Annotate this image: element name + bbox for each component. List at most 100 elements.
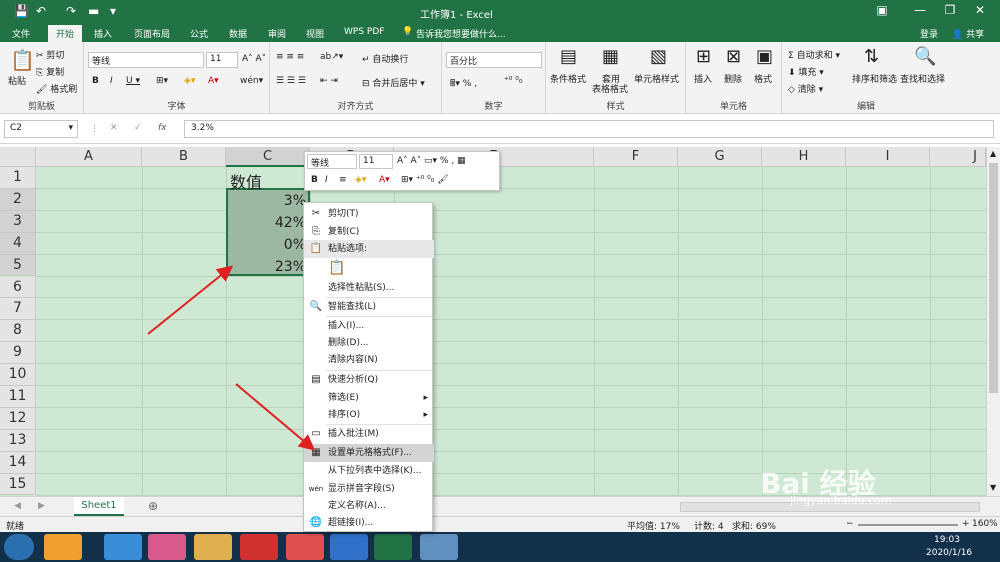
- menu-copy[interactable]: ⎘ 复制(C): [304, 223, 434, 241]
- menu-show-phonetic[interactable]: wén 显示拼音字段(S): [304, 480, 434, 498]
- cell-c5[interactable]: 23%: [260, 259, 306, 275]
- enter-icon[interactable]: ✓: [134, 123, 142, 133]
- wrap-text-button[interactable]: ↵ 自动换行: [362, 52, 408, 65]
- copy-button[interactable]: ⎘ 复制: [36, 65, 64, 78]
- align-top-icon[interactable]: ≡ ≡ ≡: [276, 52, 304, 62]
- zoom-out-icon[interactable]: −: [846, 519, 854, 529]
- row-header[interactable]: 6: [0, 276, 36, 299]
- scroll-down-icon[interactable]: ▼: [990, 483, 996, 492]
- taskbar-app-photos[interactable]: [420, 534, 458, 560]
- cell-style-icon[interactable]: ▧: [650, 46, 667, 67]
- scroll-up-icon[interactable]: ▲: [990, 149, 996, 158]
- row-header[interactable]: 10: [0, 364, 36, 386]
- column-header[interactable]: I: [846, 147, 930, 167]
- paste-option-keep[interactable]: 📋: [304, 259, 434, 281]
- row-header[interactable]: 7: [0, 298, 36, 321]
- phonetic-icon[interactable]: wén▾: [240, 76, 263, 86]
- font-size-select[interactable]: 11: [206, 52, 238, 68]
- worksheet-grid[interactable]: A B C D E F G H I J 数值 3% 42% 0% 23% 123…: [0, 147, 986, 496]
- menu-insert-comment[interactable]: ▭ 插入批注(M): [304, 425, 434, 443]
- mini-bold-icon[interactable]: B: [311, 175, 318, 185]
- orientation-icon[interactable]: ab↗▾: [320, 52, 343, 62]
- fill-color-icon[interactable]: ◈▾: [184, 76, 195, 86]
- bold-icon[interactable]: B: [92, 76, 99, 86]
- row-header[interactable]: 1: [0, 167, 36, 189]
- cell-c3[interactable]: 42%: [260, 215, 306, 231]
- menu-cut[interactable]: ✂ 剪切(T): [304, 205, 434, 223]
- menu-define-name[interactable]: 定义名称(A)...: [304, 497, 434, 515]
- number-format-select[interactable]: 百分比: [446, 52, 542, 68]
- row-header[interactable]: 9: [0, 342, 36, 365]
- close-button[interactable]: ✕: [960, 3, 1000, 17]
- menu-insert[interactable]: 插入(I)...: [304, 317, 434, 335]
- align-left-icon[interactable]: ☰ ☰ ☰: [276, 76, 306, 86]
- sort-filter-icon[interactable]: ⇅: [864, 46, 879, 67]
- mini-italic-icon[interactable]: I: [325, 175, 328, 185]
- undo-icon[interactable]: ↶: [36, 4, 46, 18]
- mini-font-grow-icon[interactable]: A˄ A˅ ▭▾ % , ▦: [397, 156, 466, 166]
- format-cells-icon[interactable]: ▣: [756, 46, 773, 67]
- mini-size-select[interactable]: 11: [359, 154, 393, 169]
- tab-wps-pdf[interactable]: WPS PDF: [344, 27, 384, 37]
- column-header[interactable]: H: [762, 147, 846, 167]
- mini-font-color-icon[interactable]: A▾: [379, 175, 390, 185]
- paste-icon[interactable]: 📋: [10, 48, 35, 72]
- cell-style-button[interactable]: 单元格样式: [634, 72, 679, 85]
- ribbon-display-icon[interactable]: ▣: [862, 3, 902, 17]
- folder-icon[interactable]: ▬: [88, 4, 99, 18]
- menu-delete[interactable]: 删除(D)...: [304, 334, 434, 352]
- taskbar-app-5[interactable]: [286, 534, 324, 560]
- delete-cells-button[interactable]: 删除: [724, 72, 742, 85]
- sort-filter-button[interactable]: 排序和筛选: [852, 72, 897, 85]
- column-header[interactable]: C: [226, 147, 310, 167]
- taskbar-app-1[interactable]: [44, 534, 82, 560]
- menu-pick-from-list[interactable]: 从下拉列表中选择(K)...: [304, 462, 434, 480]
- zoom-in-icon[interactable]: +: [962, 519, 970, 529]
- taskbar-app-explorer[interactable]: [194, 534, 232, 560]
- row-header[interactable]: 2: [0, 188, 36, 211]
- taskbar-app-sogou[interactable]: [104, 534, 142, 560]
- taskbar-app-browser[interactable]: [148, 534, 186, 560]
- prev-sheet-icon[interactable]: ◀: [14, 501, 21, 511]
- format-painter-button[interactable]: 🖌 格式刷: [36, 82, 77, 95]
- mini-font-select[interactable]: 等线: [307, 154, 357, 169]
- row-header[interactable]: 11: [0, 386, 36, 408]
- redo-icon[interactable]: ↷: [66, 4, 76, 18]
- taskbar-app-youdao[interactable]: [240, 534, 278, 560]
- clear-button[interactable]: ◇ 清除 ▾: [788, 82, 823, 95]
- tab-data[interactable]: 数据: [229, 27, 247, 40]
- row-header[interactable]: 4: [0, 232, 36, 255]
- column-header[interactable]: F: [594, 147, 678, 167]
- delete-cells-icon[interactable]: ⊠: [726, 46, 741, 67]
- conditional-format-icon[interactable]: ▤: [560, 46, 577, 67]
- find-select-icon[interactable]: 🔍: [914, 46, 936, 67]
- autosum-button[interactable]: Σ 自动求和 ▾: [788, 48, 840, 61]
- font-name-select[interactable]: 等线: [88, 52, 204, 68]
- next-sheet-icon[interactable]: ▶: [38, 501, 45, 511]
- menu-hyperlink[interactable]: 🌐 超链接(I)...: [304, 514, 434, 532]
- currency-icon[interactable]: 🖩▾ % ,: [450, 76, 477, 92]
- font-color-icon[interactable]: A▾: [208, 76, 219, 86]
- cell-c4[interactable]: 0%: [260, 237, 306, 253]
- row-header[interactable]: 5: [0, 254, 36, 277]
- menu-sort[interactable]: 排序(O) ▸: [304, 406, 434, 424]
- cell-c2[interactable]: 3%: [260, 193, 306, 209]
- select-all-corner[interactable]: [0, 147, 36, 167]
- cancel-icon[interactable]: ✕: [110, 123, 118, 133]
- tab-formulas[interactable]: 公式: [190, 27, 208, 40]
- customize-qa-icon[interactable]: ▾: [110, 4, 116, 18]
- tab-view[interactable]: 视图: [306, 27, 324, 40]
- save-icon[interactable]: 💾: [14, 4, 29, 18]
- tell-me-search[interactable]: 告诉我您想要做什么...: [416, 27, 506, 40]
- tab-home[interactable]: 开始: [48, 25, 83, 42]
- tab-page-layout[interactable]: 页面布局: [134, 27, 170, 40]
- mini-align-icon[interactable]: ≡: [339, 175, 347, 185]
- row-header[interactable]: 12: [0, 407, 36, 430]
- border-icon[interactable]: ⊞▾: [156, 76, 168, 86]
- menu-quick-analysis[interactable]: ▤ 快速分析(Q): [304, 371, 434, 389]
- find-select-button[interactable]: 查找和选择: [900, 72, 945, 85]
- sheet-tab[interactable]: Sheet1: [74, 497, 124, 516]
- menu-format-cells[interactable]: ▦ 设置单元格格式(F)...: [304, 444, 434, 462]
- tab-insert[interactable]: 插入: [94, 27, 112, 40]
- mini-fill-icon[interactable]: ◈▾: [355, 175, 366, 185]
